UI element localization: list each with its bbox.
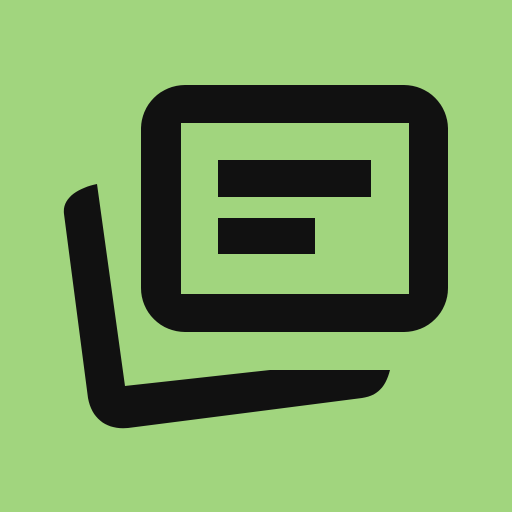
card-text-line-long (218, 160, 371, 197)
cards-stack-icon (0, 0, 512, 512)
app-icon (0, 0, 512, 512)
front-card-inner (181, 123, 409, 294)
card-text-line-short (218, 218, 315, 254)
